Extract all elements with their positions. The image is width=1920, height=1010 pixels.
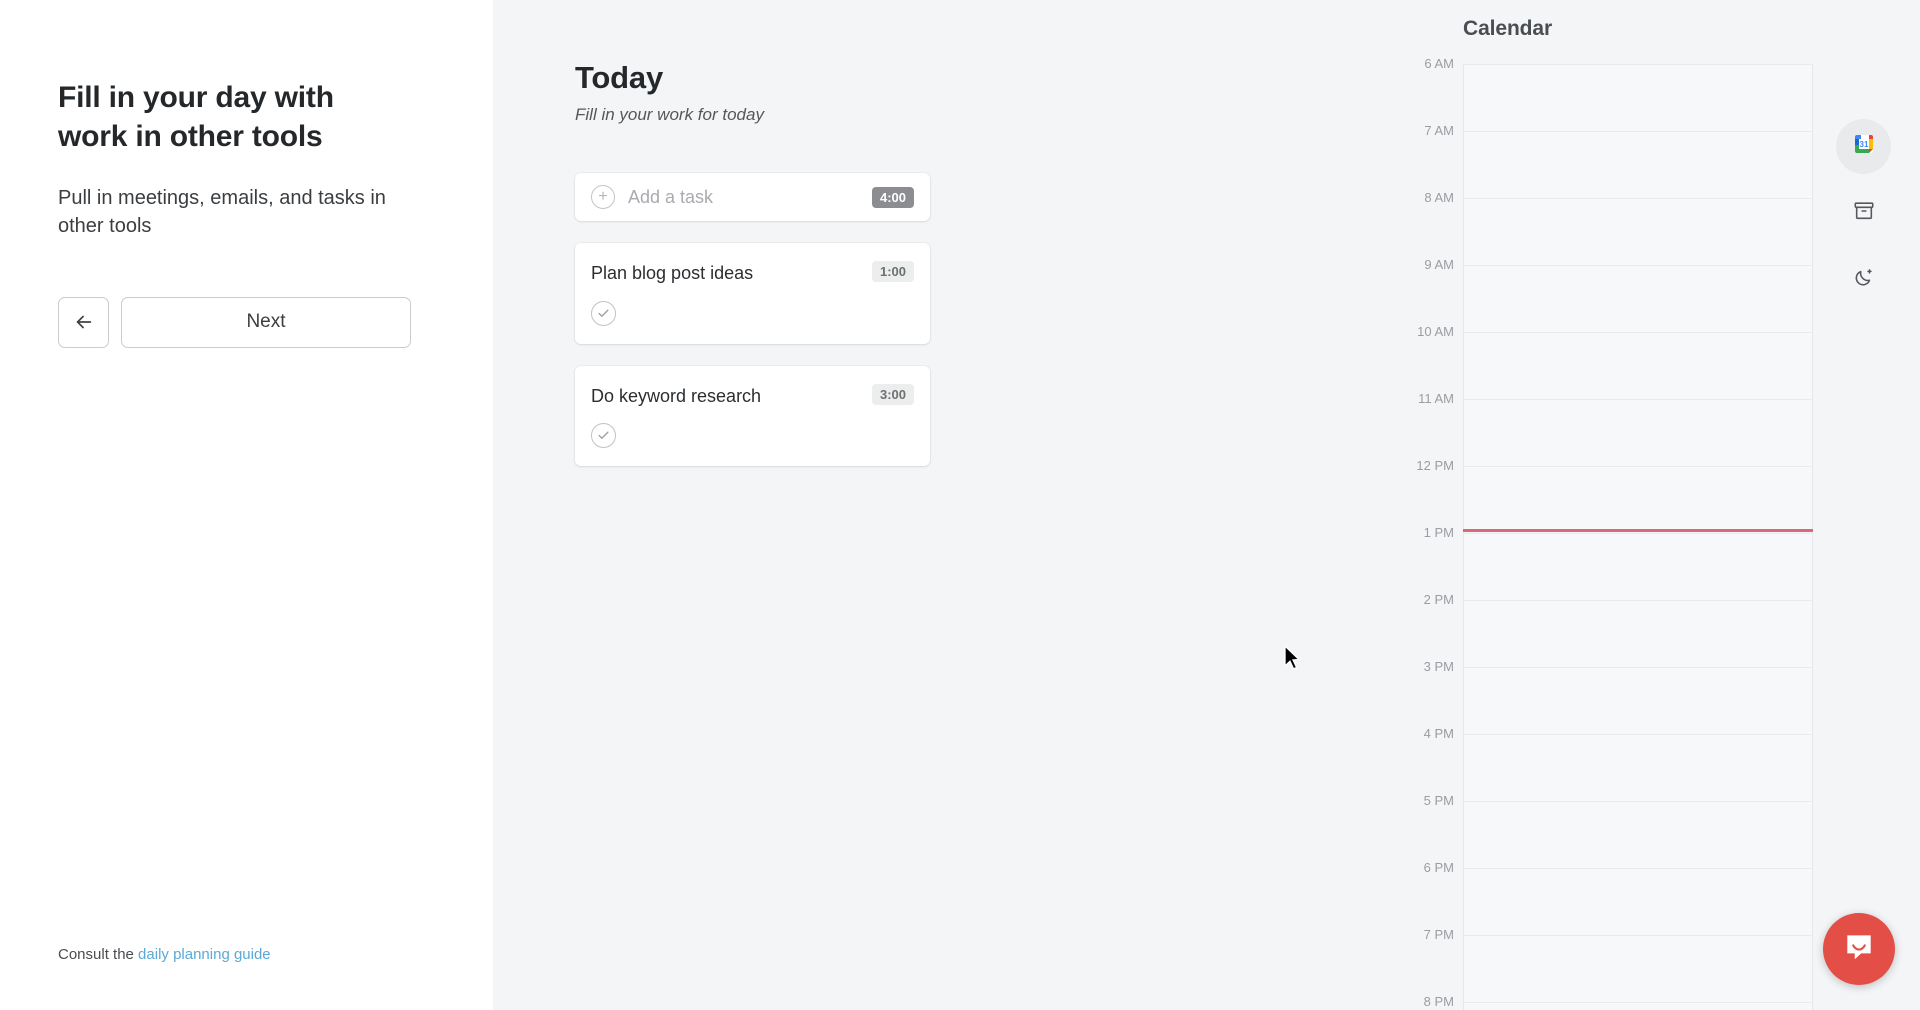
calendar-hour-label: 8 PM xyxy=(1423,994,1454,1009)
calendar-hour-slot[interactable] xyxy=(1463,868,1813,935)
plus-circle-icon: + xyxy=(591,185,615,209)
integration-rail: 31 xyxy=(1828,0,1908,1010)
calendar-hour-row[interactable]: 12 PM xyxy=(1398,458,1813,533)
calendar-hour-slot[interactable] xyxy=(1463,734,1813,801)
task-title: Do keyword research xyxy=(591,385,762,406)
check-icon xyxy=(598,309,609,317)
page-title: Fill in your day with work in other tool… xyxy=(58,81,334,153)
calendar-hour-slot[interactable] xyxy=(1463,198,1813,265)
next-button[interactable]: Next xyxy=(121,296,411,348)
calendar-hour-slot[interactable] xyxy=(1463,600,1813,667)
calendar-hour-row[interactable]: 8 AM xyxy=(1398,190,1813,265)
mouse-cursor xyxy=(1283,644,1303,678)
onboarding-panel: Fill in your day with work in other tool… xyxy=(0,0,493,1010)
calendar-hour-slot[interactable] xyxy=(1463,265,1813,332)
app-root: Fill in your day with work in other tool… xyxy=(0,0,1920,1010)
today-heading: Today xyxy=(575,60,663,95)
calendar-hour-slot[interactable] xyxy=(1463,667,1813,734)
calendar-hour-label: 9 AM xyxy=(1424,257,1454,272)
onboarding-content: Fill in your day with work in other tool… xyxy=(58,78,438,348)
page-subtitle: Pull in meetings, emails, and tasks in o… xyxy=(58,187,386,238)
add-task-duration-badge: 4:00 xyxy=(871,186,914,208)
calendar-hour-label: 7 AM xyxy=(1424,123,1454,138)
calendar-hour-label: 11 AM xyxy=(1418,391,1454,406)
arrow-left-icon xyxy=(73,311,95,333)
back-button[interactable] xyxy=(58,296,109,348)
calendar-heading: Calendar xyxy=(1463,17,1553,40)
calendar-hour-row[interactable]: 6 PM xyxy=(1398,860,1813,935)
calendar-hour-label: 5 PM xyxy=(1423,793,1454,808)
calendar-hour-label: 3 PM xyxy=(1423,659,1454,674)
calendar-hour-slot[interactable] xyxy=(1463,466,1813,533)
task-duration-badge: 3:00 xyxy=(871,383,914,405)
calendar-hour-label: 7 PM xyxy=(1423,927,1454,942)
calendar-hour-label: 6 AM xyxy=(1424,56,1454,71)
calendar-hour-slot[interactable] xyxy=(1463,1002,1813,1010)
task-title: Plan blog post ideas xyxy=(591,263,754,283)
svg-text:31: 31 xyxy=(1859,140,1868,149)
calendar-hour-slot[interactable] xyxy=(1463,533,1813,600)
calendar-hour-label: 6 PM xyxy=(1423,860,1454,875)
task-row[interactable]: Plan blog post ideas 1:00 xyxy=(575,243,930,344)
calendar-hour-label: 1 PM xyxy=(1423,525,1454,540)
task-row[interactable]: Do keyword research 3:00 xyxy=(575,365,930,467)
google-calendar-button[interactable]: 31 xyxy=(1836,119,1891,174)
task-complete-checkbox[interactable] xyxy=(591,300,616,326)
calendar-hour-row[interactable]: 10 AM xyxy=(1398,324,1813,399)
calendar-panel: Calendar 6 AM 7 AM 8 AM 9 AM 10 AM 11 AM 12 PM… xyxy=(1398,0,1813,1010)
footer-help-text: Consult the daily planning guide xyxy=(58,946,271,963)
calendar-hour-row[interactable]: 9 AM xyxy=(1398,257,1813,332)
onboarding-actions: Next xyxy=(58,296,438,348)
calendar-hour-row[interactable]: 5 PM xyxy=(1398,793,1813,868)
intercom-chat-icon xyxy=(1842,930,1876,969)
calendar-hour-label: 10 AM xyxy=(1417,324,1454,339)
calendar-hour-slot[interactable] xyxy=(1463,801,1813,868)
calendar-hour-slot[interactable] xyxy=(1463,332,1813,399)
calendar-hour-label: 4 PM xyxy=(1423,726,1454,741)
archive-button[interactable] xyxy=(1836,186,1891,241)
planner-app: Today Fill in your work for today + Add … xyxy=(493,0,1920,1010)
calendar-hour-slot[interactable] xyxy=(1463,131,1813,198)
task-duration-badge: 1:00 xyxy=(871,261,914,282)
daily-planning-guide-link[interactable]: daily planning guide xyxy=(138,946,271,963)
intercom-launcher-button[interactable] xyxy=(1823,913,1895,985)
calendar-hour-row[interactable]: 2 PM xyxy=(1398,592,1813,667)
current-time-indicator xyxy=(1463,529,1813,532)
task-header: Do keyword research 3:00 xyxy=(591,383,914,408)
footer-help-prefix: Consult the xyxy=(58,946,139,963)
calendar-hour-row[interactable]: 7 AM xyxy=(1398,123,1813,198)
add-task-row[interactable]: + Add a task 4:00 xyxy=(575,173,930,221)
calendar-hour-grid[interactable]: 6 AM 7 AM 8 AM 9 AM 10 AM 11 AM 12 PM 1 PM 2 PM 3… xyxy=(1398,56,1813,1010)
calendar-hour-row[interactable]: 6 AM xyxy=(1398,56,1813,131)
calendar-hour-row[interactable]: 4 PM xyxy=(1398,726,1813,801)
do-not-disturb-button[interactable] xyxy=(1836,253,1891,308)
calendar-hour-label: 8 AM xyxy=(1424,190,1454,205)
calendar-hour-row[interactable]: 1 PM xyxy=(1398,525,1813,600)
today-task-list: Today Fill in your work for today + Add … xyxy=(575,60,930,467)
moon-icon xyxy=(1853,267,1875,294)
archive-icon xyxy=(1853,200,1875,227)
task-header: Plan blog post ideas 1:00 xyxy=(591,261,914,285)
calendar-hour-row[interactable]: 7 PM xyxy=(1398,927,1813,1002)
calendar-hour-slot[interactable] xyxy=(1463,935,1813,1002)
check-icon xyxy=(598,431,609,440)
google-calendar-icon: 31 xyxy=(1852,132,1876,161)
calendar-hour-row[interactable]: 8 PM xyxy=(1398,994,1813,1010)
calendar-hour-slot[interactable] xyxy=(1463,399,1813,466)
calendar-hour-row[interactable]: 3 PM xyxy=(1398,659,1813,734)
calendar-hour-label: 2 PM xyxy=(1423,592,1454,607)
calendar-hour-row[interactable]: 11 AM xyxy=(1398,391,1813,466)
calendar-hour-label: 12 PM xyxy=(1416,458,1454,473)
task-complete-checkbox[interactable] xyxy=(591,423,616,449)
add-task-label: Add a task xyxy=(628,186,714,207)
today-subheading: Fill in your work for today xyxy=(575,105,764,124)
calendar-hour-slot[interactable] xyxy=(1463,64,1813,131)
